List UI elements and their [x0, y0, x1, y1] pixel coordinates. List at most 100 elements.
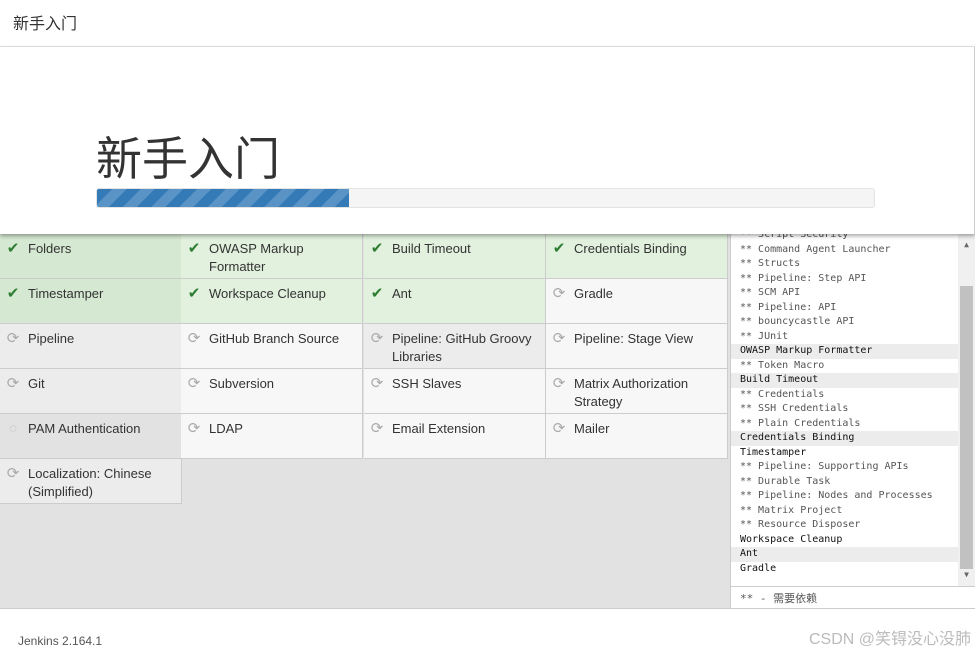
log-line: ** Pipeline: Step API: [740, 272, 867, 284]
spinner-icon: ⟳: [6, 330, 20, 347]
plugin-cell: ⟳ Pipeline: Stage View: [546, 324, 728, 369]
plugin-name: OWASP Markup Formatter: [209, 241, 304, 274]
plugin-grid: ✔ Folders ✔ OWASP Markup Formatter ✔ Build Ti…: [0, 234, 730, 608]
plugin-name: Mailer: [574, 421, 610, 436]
scrollbar-thumb[interactable]: [960, 286, 973, 569]
progress-fill: [97, 189, 349, 207]
plugin-cell: ⟳ Pipeline: GitHub Groovy Libraries: [364, 324, 546, 369]
plugin-cell: ✔ Ant: [364, 279, 546, 324]
plugin-cell: ⟳ Git: [0, 369, 182, 414]
log-line: ** Token Macro: [740, 359, 825, 371]
log-line: Workspace Cleanup: [731, 532, 958, 547]
log-line: ** Script Security: [740, 234, 849, 240]
plugin-cell: ✔ Folders: [0, 234, 182, 279]
check-icon: ✔: [552, 240, 566, 257]
plugin-cell: ⟳ SSH Slaves: [364, 369, 546, 414]
log-line: ** Matrix Project: [740, 504, 843, 516]
top-bar-title: 新手入门: [0, 0, 975, 47]
plugin-name: Pipeline: Stage View: [574, 331, 694, 346]
plugin-cell: ✔ Credentials Binding: [546, 234, 728, 279]
install-progress-bar: [96, 188, 875, 208]
log-line: ** Plain Credentials: [740, 417, 861, 429]
log-line: ** Resource Disposer: [740, 519, 861, 530]
plugin-cell: ⟳ LDAP: [181, 414, 363, 459]
spinner-icon: ⟳: [370, 330, 384, 347]
plugin-name: Workspace Cleanup: [209, 286, 326, 301]
refresh-icon: ⟳: [187, 330, 201, 347]
plugin-cell: ⟳ Email Extension: [364, 414, 546, 459]
log-line: ** JUnit: [740, 330, 789, 342]
log-line: Credentials Binding: [731, 431, 958, 446]
plugin-name: Folders: [28, 241, 72, 256]
plugin-name: Credentials Binding: [574, 241, 687, 256]
plugin-name: Gradle: [574, 286, 614, 301]
refresh-icon: ⟳: [552, 420, 566, 437]
log-line: Build Timeout: [731, 373, 958, 388]
page-title: 新手入门: [96, 133, 280, 185]
log-line: ** Credentials: [740, 388, 825, 400]
plugin-name: Matrix Authorization Strategy: [574, 376, 689, 409]
plugin-name: Localization: Chinese (Simplified): [28, 466, 152, 499]
plugin-name: PAM Authentication: [28, 421, 141, 436]
log-line: ** Durable Task: [740, 475, 831, 487]
plugin-cell: ⟳ Gradle: [546, 279, 728, 324]
log-scrollbar[interactable]: ▲ ▼: [958, 234, 975, 586]
plugin-name: Timestamper: [28, 286, 104, 301]
log-line: Gradle: [731, 561, 958, 576]
refresh-icon: ⟳: [187, 420, 201, 437]
hero-panel: 新手入门: [0, 47, 975, 234]
check-icon: ✔: [370, 285, 384, 302]
plugin-cell: ✔ Workspace Cleanup: [181, 279, 363, 324]
log-line: Timestamper: [731, 445, 958, 460]
plugin-name: Email Extension: [392, 421, 486, 436]
log-line: ** Pipeline: Supporting APIs: [740, 461, 909, 472]
log-line: ** bouncycastle API: [740, 316, 855, 327]
dependency-legend: ** - 需要依赖: [730, 586, 975, 608]
plugin-cell: ⟳ GitHub Branch Source: [181, 324, 363, 369]
log-line: ** Pipeline: Nodes and Processes: [740, 490, 933, 501]
plugin-name: Build Timeout: [392, 241, 471, 256]
log-line: OWASP Markup Formatter: [731, 344, 958, 359]
log-line: ** SCM API: [740, 287, 801, 298]
plugin-name: Pipeline: [28, 331, 75, 346]
refresh-icon: ⟳: [6, 375, 20, 392]
check-icon: ✔: [6, 240, 20, 257]
plugin-name: LDAP: [209, 421, 243, 436]
log-line: ** SSH Credentials: [740, 403, 849, 414]
refresh-icon: ⟳: [552, 375, 566, 392]
plugin-name: Subversion: [209, 376, 275, 391]
refresh-icon: ⟳: [370, 420, 384, 437]
plugin-cell: ⟳ Localization: Chinese (Simplified): [0, 459, 182, 504]
jenkins-version: Jenkins 2.164.1: [18, 634, 103, 648]
install-log: ** Script Security ** Command Agent Launc…: [730, 234, 975, 586]
refresh-icon: ⟳: [552, 285, 566, 302]
log-line: ** Command Agent Launcher: [740, 243, 891, 255]
scroll-up-icon[interactable]: ▲: [958, 240, 975, 249]
check-icon: ✔: [187, 240, 201, 257]
scroll-down-icon[interactable]: ▼: [958, 570, 975, 579]
plugin-name: GitHub Branch Source: [209, 331, 340, 346]
watermark: CSDN @笑锝没心没肺: [808, 631, 971, 648]
plugin-name: Pipeline: GitHub Groovy Libraries: [392, 331, 532, 364]
plugin-cell: ⟳ Subversion: [181, 369, 363, 414]
plugin-cell: ✔ Build Timeout: [364, 234, 546, 279]
log-line: Ant: [731, 547, 958, 562]
log-line: ** Structs: [740, 258, 801, 269]
plugin-cell: ⟳ Pipeline: [0, 324, 182, 369]
plugin-name: Ant: [392, 286, 412, 301]
plugin-name: Git: [28, 376, 45, 391]
refresh-icon: ⟳: [552, 330, 566, 347]
check-icon: ✔: [6, 285, 20, 302]
plugin-cell: ⟳ Mailer: [546, 414, 728, 459]
refresh-icon: ⟳: [6, 465, 20, 482]
check-icon: ✔: [370, 240, 384, 257]
refresh-icon: ⟳: [187, 375, 201, 392]
plugin-cell: ✔ OWASP Markup Formatter: [181, 234, 363, 279]
log-line: ** Pipeline: API: [740, 301, 837, 313]
plugin-cell: ⟳ Matrix Authorization Strategy: [546, 369, 728, 414]
footer: Jenkins 2.164.1 CSDN @笑锝没心没肺: [0, 608, 975, 652]
check-icon: ✔: [187, 285, 201, 302]
plugin-cell: ✔ Timestamper: [0, 279, 182, 324]
circle-icon: ○: [8, 420, 18, 437]
plugin-cell: ○ PAM Authentication: [0, 414, 182, 459]
